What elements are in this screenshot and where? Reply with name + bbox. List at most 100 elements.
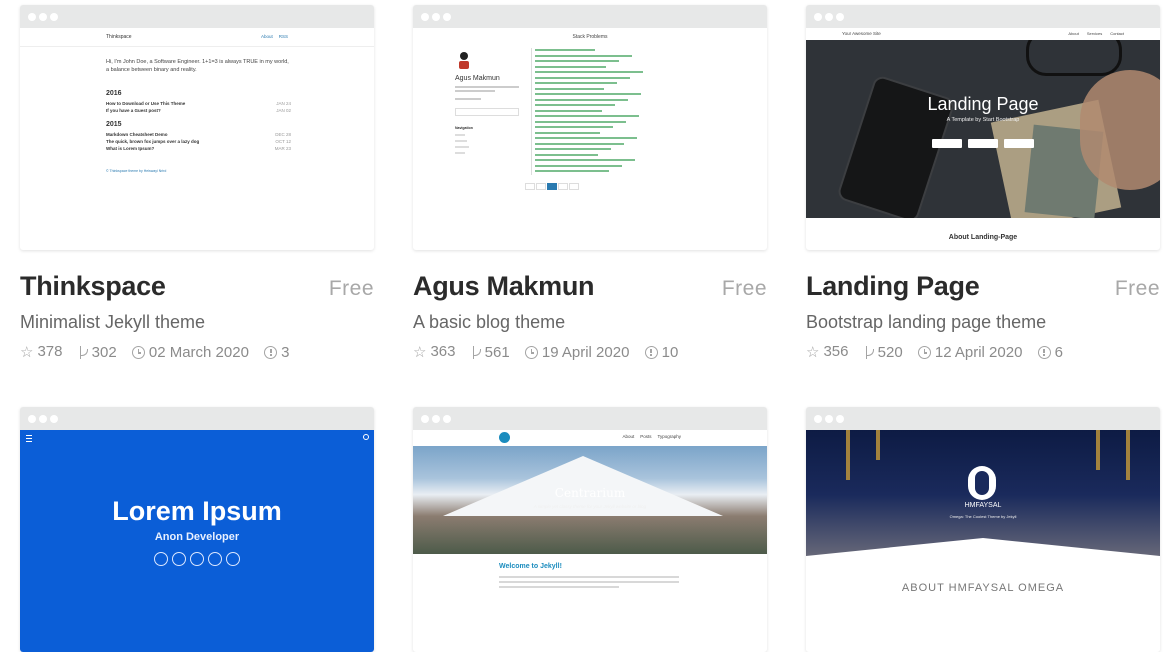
preview-post-line bbox=[531, 169, 707, 175]
issues-stat: 6 bbox=[1037, 344, 1063, 361]
browser-chrome bbox=[20, 407, 374, 430]
browser-chrome bbox=[413, 407, 767, 430]
preview-footer: © Thinkspace theme by Heiswayi Nrird bbox=[106, 169, 167, 173]
issue-icon bbox=[1037, 346, 1051, 360]
preview-post: How to Download or Use This Theme JAN 24 bbox=[106, 101, 291, 106]
email-icon bbox=[154, 552, 168, 566]
menu-icon bbox=[26, 435, 32, 442]
theme-title[interactable]: Agus Makmun bbox=[413, 271, 595, 302]
preview-post-list bbox=[531, 48, 707, 175]
issue-icon bbox=[264, 346, 278, 360]
theme-preview-hmfaysal[interactable]: HMFAYSAL Omega: The Coolest Theme by Jek… bbox=[806, 407, 1160, 652]
preview-post: What is Lorem Ipsum? MAR 23 bbox=[106, 146, 291, 151]
forks-stat: 561 bbox=[471, 344, 510, 361]
window-dot-icon bbox=[836, 13, 844, 21]
clock-icon bbox=[917, 346, 931, 360]
stars-stat: ☆ 378 bbox=[20, 343, 63, 362]
fork-icon bbox=[471, 346, 481, 360]
preview-subtitle: Omega: The Coolest Theme by Jekyll bbox=[949, 514, 1017, 519]
window-dot-icon bbox=[825, 13, 833, 21]
preview-title: Lorem Ipsum bbox=[112, 496, 282, 526]
browser-chrome bbox=[806, 407, 1160, 430]
preview-post: Markdown Cheatsheet Demo DEC 28 bbox=[106, 132, 291, 137]
window-dot-icon bbox=[28, 415, 36, 423]
preview-screenshot: Lorem Ipsum Anon Developer bbox=[20, 430, 374, 652]
window-dot-icon bbox=[432, 13, 440, 21]
date-stat: 02 March 2020 bbox=[131, 344, 249, 361]
preview-buttons bbox=[806, 135, 1160, 153]
browser-chrome bbox=[20, 5, 374, 28]
preview-about: About Landing-Page bbox=[948, 234, 1018, 241]
preview-post: The quick, brown fox jumps over a lazy d… bbox=[106, 139, 291, 144]
issues-stat: 10 bbox=[644, 344, 678, 361]
logo-icon bbox=[968, 466, 996, 500]
theme-description: Bootstrap landing page theme bbox=[806, 312, 1047, 332]
fork-icon bbox=[78, 346, 88, 360]
issue-icon bbox=[644, 346, 658, 360]
preview-nav: About Services Contact bbox=[1068, 31, 1124, 36]
theme-title[interactable]: Landing Page bbox=[806, 271, 980, 302]
window-dot-icon bbox=[443, 13, 451, 21]
preview-screenshot: HMFAYSAL Omega: The Coolest Theme by Jek… bbox=[806, 430, 1160, 652]
browser-chrome bbox=[413, 5, 767, 28]
window-dot-icon bbox=[50, 415, 58, 423]
theme-preview-centrarium[interactable]: About Posts Typography Centrarium A simple… bbox=[413, 407, 767, 652]
logo-icon bbox=[499, 432, 510, 443]
window-dot-icon bbox=[443, 415, 451, 423]
forks-stat: 520 bbox=[864, 344, 903, 361]
stars-stat: ☆ 363 bbox=[413, 343, 456, 362]
preview-pager bbox=[525, 177, 580, 195]
window-dot-icon bbox=[39, 13, 47, 21]
preview-year: 2015 bbox=[106, 121, 122, 128]
star-icon: ☆ bbox=[20, 344, 34, 362]
star-icon: ☆ bbox=[413, 344, 427, 362]
search-icon bbox=[363, 434, 369, 440]
star-icon: ☆ bbox=[806, 344, 820, 362]
date-stat: 19 April 2020 bbox=[524, 344, 629, 361]
avatar-icon bbox=[459, 52, 469, 69]
clock-icon bbox=[524, 346, 538, 360]
preview-screenshot: Stack Problems Agus Makmun Navigation bbox=[413, 28, 767, 250]
date-stat: 12 April 2020 bbox=[917, 344, 1022, 361]
theme-stats: ☆ 378 302 02 March 2020 3 bbox=[20, 343, 300, 361]
window-dot-icon bbox=[825, 415, 833, 423]
preview-screenshot: Your Awesome Site About Services Contact L… bbox=[806, 28, 1160, 250]
preview-subtitle: A Template by Start Bootstrap bbox=[946, 117, 1020, 123]
theme-preview-agus-makmun[interactable]: Stack Problems Agus Makmun Navigation bbox=[413, 5, 767, 250]
theme-description: Minimalist Jekyll theme bbox=[20, 312, 206, 332]
fork-icon bbox=[864, 346, 874, 360]
theme-title[interactable]: Thinkspace bbox=[20, 271, 166, 302]
price-label: Free bbox=[328, 277, 374, 300]
stars-stat: ☆ 356 bbox=[806, 343, 849, 362]
price-label: Free bbox=[721, 277, 767, 300]
theme-stats: ☆ 363 561 19 April 2020 10 bbox=[413, 343, 689, 361]
preview-brand: Your Awesome Site bbox=[842, 31, 881, 36]
preview-screenshot: About Posts Typography Centrarium A simple… bbox=[413, 430, 767, 652]
window-dot-icon bbox=[836, 415, 844, 423]
preview-subtitle: A simple yet classy theme for your Jekyl… bbox=[533, 504, 647, 509]
preview-nav: About RSS bbox=[260, 34, 288, 39]
preview-nav: About Posts Typography bbox=[622, 434, 681, 439]
preview-about: ABOUT HMFAYSAL OMEGA bbox=[901, 582, 1065, 594]
google-plus-icon bbox=[190, 552, 204, 566]
preview-hero: Lorem Ipsum Anon Developer bbox=[20, 430, 374, 652]
forks-stat: 302 bbox=[78, 344, 117, 361]
theme-stats: ☆ 356 520 12 April 2020 6 bbox=[806, 343, 1074, 361]
window-dot-icon bbox=[421, 415, 429, 423]
social-icons bbox=[20, 552, 374, 571]
window-dot-icon bbox=[28, 13, 36, 21]
browser-chrome bbox=[806, 5, 1160, 28]
preview-hero: Landing Page A Template by Start Bootstr… bbox=[806, 40, 1160, 218]
theme-preview-thinkspace[interactable]: Thinkspace About RSS Hi, I'm John Doe, a … bbox=[20, 5, 374, 250]
theme-preview-landing-page[interactable]: Your Awesome Site About Services Contact L… bbox=[806, 5, 1160, 250]
preview-title: Centrarium bbox=[554, 486, 626, 500]
theme-description: A basic blog theme bbox=[413, 312, 566, 332]
preview-post: If you have a Guest post? JAN 02 bbox=[106, 108, 291, 113]
theme-preview-lorem-ipsum[interactable]: Lorem Ipsum Anon Developer bbox=[20, 407, 374, 652]
preview-author: Agus Makmun bbox=[455, 75, 500, 82]
preview-search bbox=[455, 108, 519, 116]
price-label: Free bbox=[1114, 277, 1160, 300]
preview-sidebar-heading: Navigation bbox=[455, 126, 473, 130]
issues-stat: 3 bbox=[264, 344, 289, 361]
preview-year: 2016 bbox=[106, 90, 122, 97]
